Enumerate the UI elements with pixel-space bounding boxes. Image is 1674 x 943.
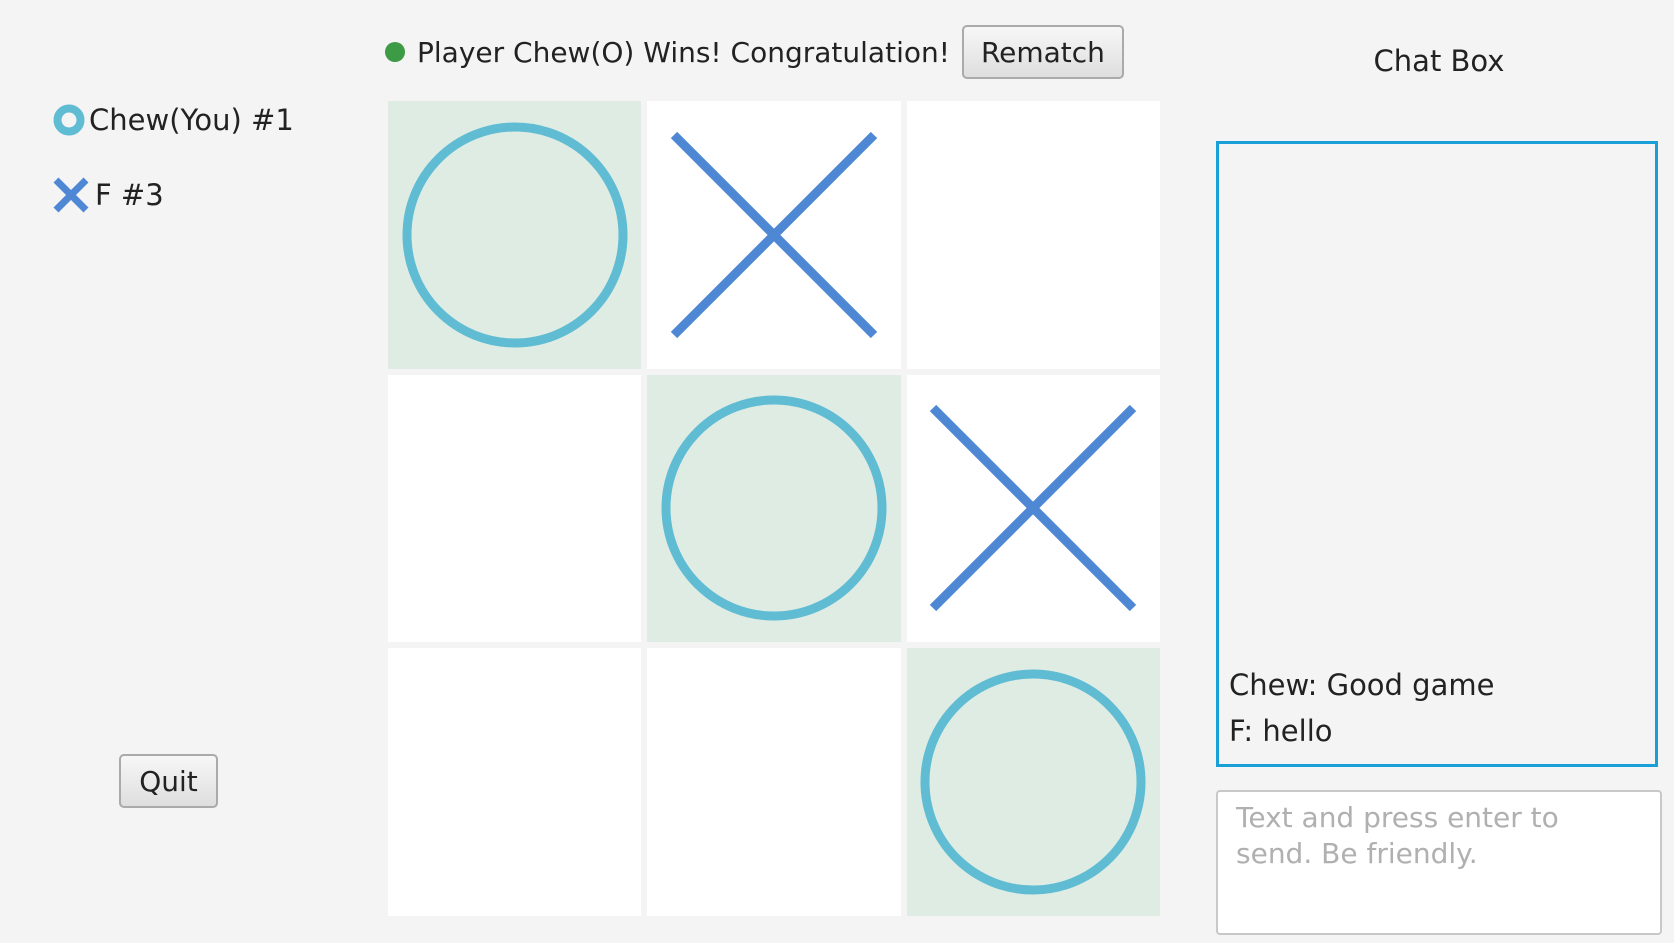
board-cell[interactable] [388,648,642,916]
board-cell[interactable] [388,101,642,369]
o-mark-icon [920,669,1146,895]
rematch-button[interactable]: Rematch [961,25,1124,79]
status-message: Player Chew(O) Wins! Congratulation! [417,35,950,69]
chat-input[interactable] [1216,790,1662,935]
board-cell[interactable] [906,101,1160,369]
o-mark-icon [53,104,85,136]
player-list: Chew(You) #1 F #3 [52,95,294,245]
board-cell[interactable] [647,101,901,369]
player-item-f: F #3 [52,170,294,220]
game-board [388,101,1160,916]
x-mark-icon [53,177,89,213]
board-cell[interactable] [906,374,1160,643]
player-item-chew: Chew(You) #1 [52,95,294,145]
board-cell[interactable] [647,374,901,643]
chat-log[interactable]: Chew: Good game F: hello [1216,141,1658,767]
board-cell[interactable] [388,374,642,643]
o-mark-icon [661,395,887,621]
player-name: Chew(You) #1 [89,103,294,137]
status-bar: Player Chew(O) Wins! Congratulation! Rem… [385,24,1124,80]
chat-message: Chew: Good game [1229,668,1495,702]
x-mark-icon [930,405,1137,612]
status-dot-icon [385,42,405,62]
x-mark-icon [670,131,878,339]
chat-title: Chat Box [1373,44,1505,78]
board-cell[interactable] [647,648,901,916]
quit-button[interactable]: Quit [119,754,218,808]
chat-message: F: hello [1229,714,1333,748]
o-mark-icon [402,122,628,348]
board-cell[interactable] [906,648,1160,916]
player-name: F #3 [95,178,164,212]
